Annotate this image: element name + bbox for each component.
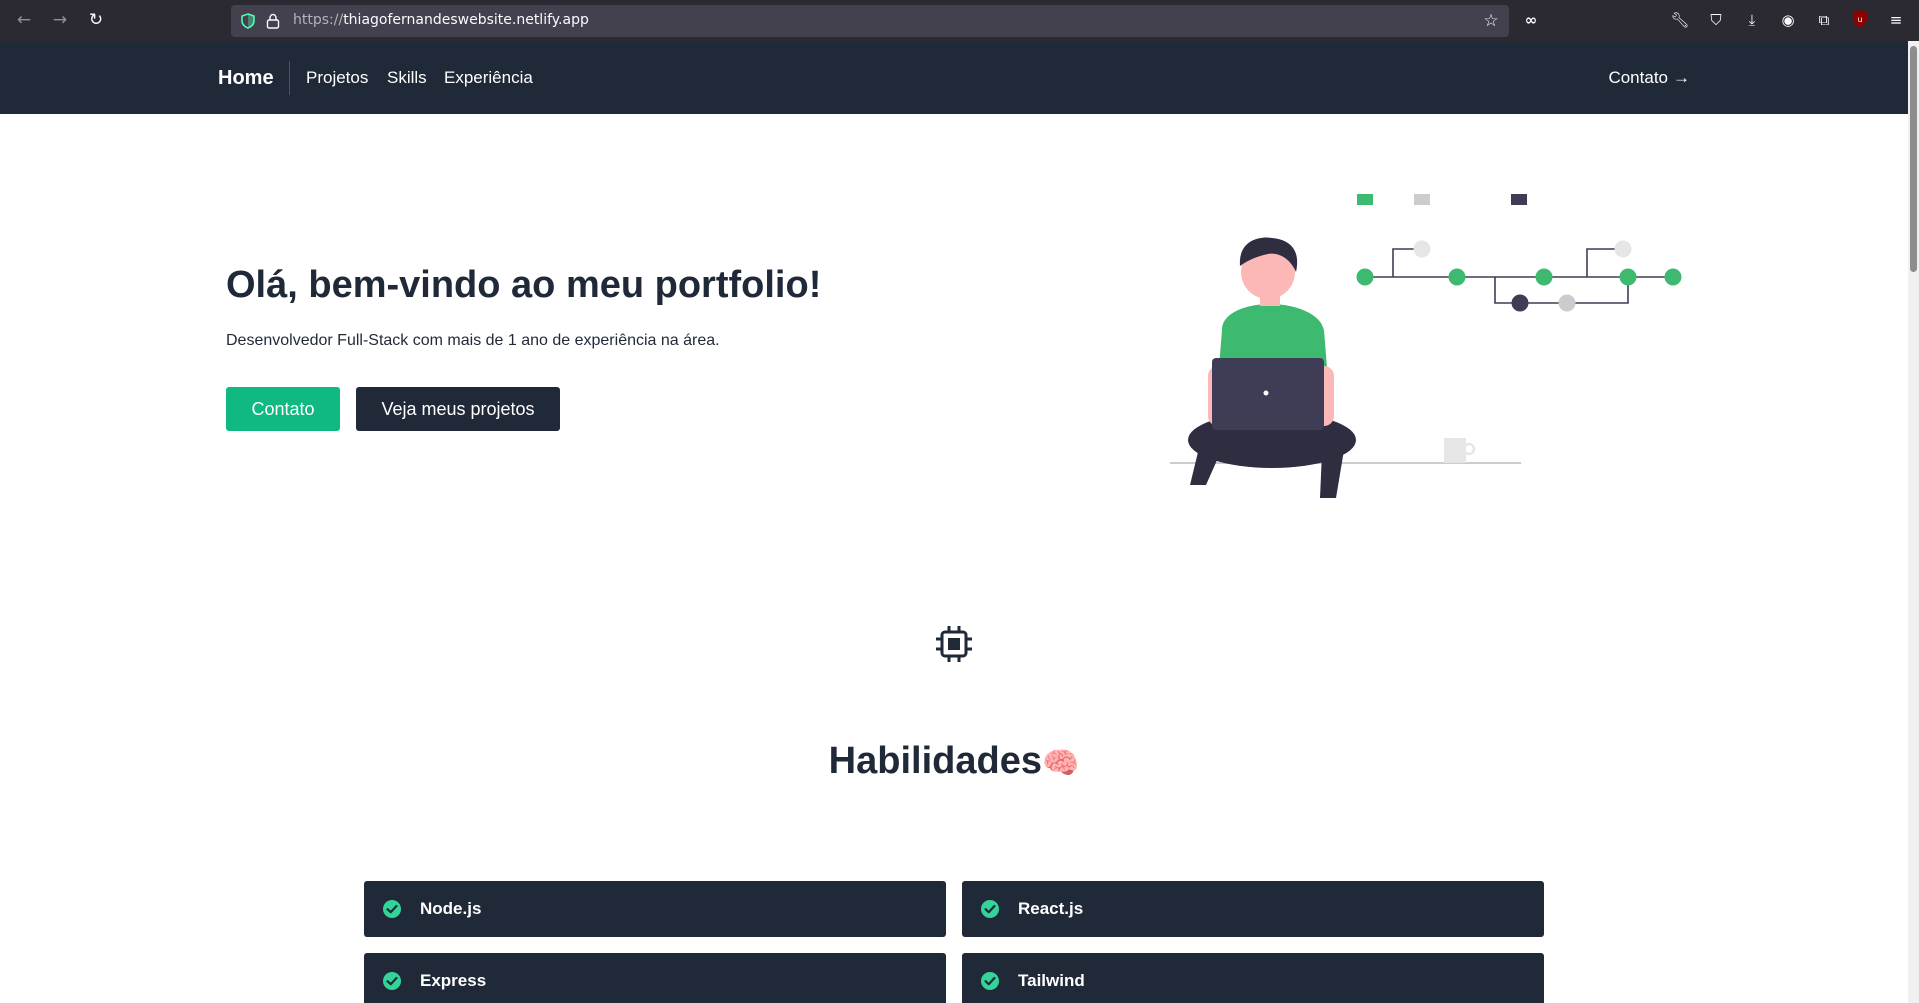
skill-card-nodejs: Node.js (364, 881, 946, 937)
hero-title: Olá, bem-vindo ao meu portfolio! (226, 264, 822, 306)
account-icon[interactable]: ◉ (1777, 9, 1799, 31)
nav-divider (289, 61, 290, 95)
site-navbar: Home Projetos Skills Experiência Contato… (0, 41, 1908, 114)
address-bar[interactable]: https://thiagofernandeswebsite.netlify.a… (231, 5, 1509, 37)
illus-node (1535, 268, 1553, 286)
download-icon[interactable]: ⤓ (1741, 9, 1763, 31)
illus-rect-gray (1414, 194, 1430, 205)
skill-card-tailwind: Tailwind (962, 953, 1544, 1003)
illus-rect-dark (1511, 194, 1527, 205)
forward-icon[interactable]: → (48, 8, 72, 32)
illus-rect-green (1357, 194, 1373, 205)
pocket-icon[interactable]: ⛉ (1705, 9, 1727, 31)
check-circle-icon (383, 900, 401, 918)
browser-toolbar: ← → ↻ https://thiagofernandeswebsite.net… (0, 0, 1919, 41)
illus-node (1356, 268, 1374, 286)
contato-button[interactable]: Contato (226, 387, 340, 431)
nav-link-skills[interactable]: Skills (387, 68, 427, 88)
infinity-extension-icon[interactable]: ∞ (1520, 9, 1542, 31)
skill-label: React.js (1018, 899, 1084, 918)
illus-node (1413, 240, 1431, 258)
illus-node (1448, 268, 1466, 286)
illus-node (1614, 240, 1632, 258)
shield-icon[interactable] (240, 13, 256, 29)
skill-label: Tailwind (1018, 971, 1085, 990)
arrow-right-icon: → (1673, 68, 1690, 87)
url-text[interactable]: https://thiagofernandeswebsite.netlify.a… (293, 12, 589, 28)
illus-node (1619, 268, 1637, 286)
extensions-icon[interactable]: ⧉ (1813, 9, 1835, 31)
svg-text:u: u (1857, 15, 1862, 24)
illus-node (1511, 294, 1529, 312)
check-circle-icon (981, 972, 999, 990)
page-scrollbar-thumb[interactable] (1910, 46, 1917, 272)
hero-subtitle: Desenvolvedor Full-Stack com mais de 1 a… (226, 332, 720, 349)
check-circle-icon (383, 972, 401, 990)
illus-node (1558, 294, 1576, 312)
illus-person (1188, 237, 1356, 498)
ublock-icon[interactable]: u (1849, 9, 1871, 31)
bookmark-star-icon[interactable]: ☆ (1481, 11, 1501, 31)
projects-button[interactable]: Veja meus projetos (356, 387, 560, 431)
skills-title: Habilidades🧠 (0, 740, 1908, 783)
brain-icon: 🧠 (1041, 747, 1080, 780)
skill-label: Express (420, 971, 487, 990)
nav-contato-label: Contato (1608, 68, 1668, 87)
reload-icon[interactable]: ↻ (84, 8, 108, 32)
nav-contato-link[interactable]: Contato → (1608, 68, 1690, 88)
menu-icon[interactable]: ≡ (1885, 9, 1907, 31)
url-host: thiagofernandeswebsite.netlify.app (343, 12, 589, 28)
skills-title-text: Habilidades (828, 740, 1042, 782)
check-circle-icon (981, 900, 999, 918)
illus-node (1664, 268, 1682, 286)
nav-link-projetos[interactable]: Projetos (306, 68, 368, 88)
url-scheme: https:// (293, 12, 344, 28)
nav-home-link[interactable]: Home (218, 67, 274, 90)
skill-card-express: Express (364, 953, 946, 1003)
skill-card-reactjs: React.js (962, 881, 1544, 937)
skill-label: Node.js (420, 899, 482, 918)
nav-link-experiencia[interactable]: Experiência (444, 68, 533, 88)
illus-mug (1444, 438, 1466, 463)
back-icon[interactable]: ← (12, 8, 36, 32)
wrench-icon[interactable]: 🔧︎ (1669, 9, 1691, 31)
developer-illustration (1170, 194, 1682, 498)
lock-icon[interactable] (266, 13, 280, 29)
chip-icon (936, 626, 972, 662)
